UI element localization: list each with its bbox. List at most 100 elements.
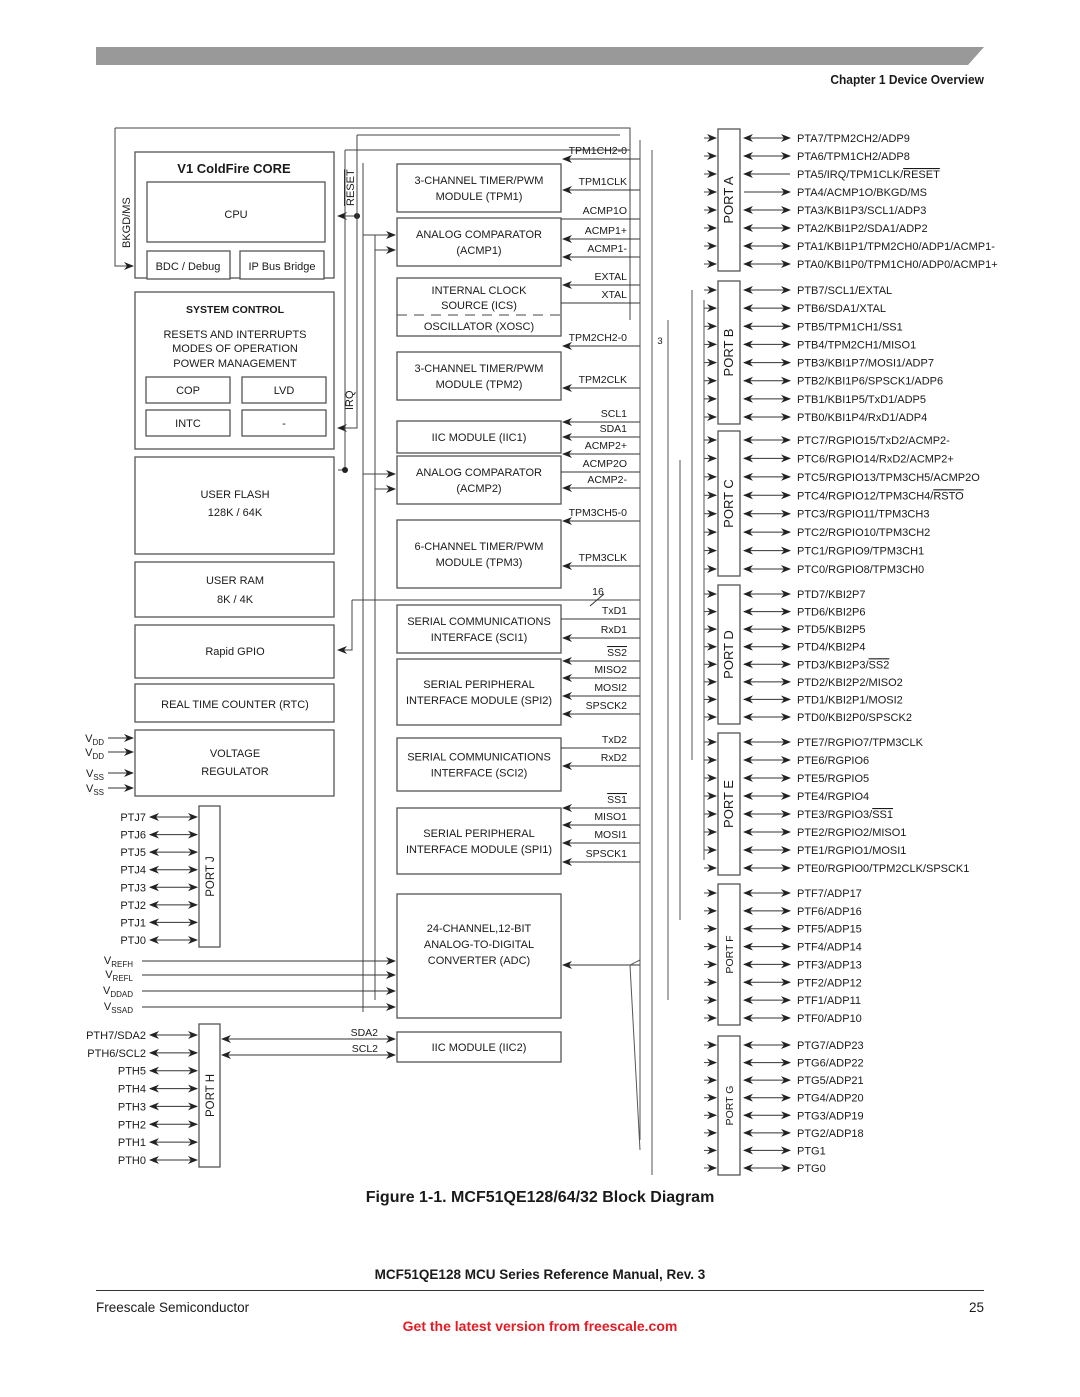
pin-label: PTB2/KBI1P6/SPSCK1/ADP6	[797, 376, 943, 388]
pin-label: PTB5/TPM1CH1/SS1	[797, 321, 903, 333]
pin-label: PTH0	[118, 1155, 146, 1167]
pin-label: PTH7/SDA2	[86, 1030, 146, 1042]
signal-label: MOSI1	[594, 829, 627, 841]
rgpio-label: Rapid GPIO	[205, 646, 265, 658]
pin-label: PTG4/ADP20	[797, 1093, 864, 1105]
signal-label: TPM2CLK	[579, 374, 627, 386]
signal-label: ACMP2-	[587, 474, 627, 486]
system-control-block: SYSTEM CONTROL RESETS AND INTERRUPTS MOD…	[134, 291, 335, 450]
bus-width-3: 3	[657, 336, 662, 347]
pin-label: PTJ6	[120, 830, 146, 842]
signal-label: SCL1	[601, 408, 627, 420]
pin-label: PTA6/TPM1CH2/ADP8	[797, 151, 910, 163]
adc-label: 24-CHANNEL,12-BIT	[427, 923, 532, 935]
adc-ref-label: VSSAD	[104, 1001, 133, 1015]
pin-label: PTC7/RGPIO15/TxD2/ACMP2-	[797, 435, 950, 447]
pin-label: PTJ7	[120, 812, 146, 824]
pin-label: PTH5	[118, 1066, 146, 1078]
pin-label: PTG3/ADP19	[797, 1110, 864, 1122]
adc-label: CONVERTER (ADC)	[428, 955, 530, 967]
signal-label: SS2	[607, 647, 627, 659]
adc-label: ANALOG-TO-DIGITAL	[424, 939, 534, 951]
spi2-label: INTERFACE MODULE (SPI2)	[406, 695, 552, 707]
pin-label: PTC6/RGPIO14/RxD2/ACMP2+	[797, 453, 954, 465]
signal-label: SPSCK1	[586, 848, 628, 860]
pin-label: PTC4/RGPIO12/TPM3CH4/RSTO	[797, 490, 964, 502]
system-control-title: SYSTEM CONTROL	[186, 304, 285, 316]
pin-label: PTA3/KBI1P3/SCL1/ADP3	[797, 205, 926, 217]
pin-label: PTF5/ADP15	[797, 924, 862, 936]
pin-label: PTJ4	[120, 865, 146, 877]
sci2-label: SERIAL COMMUNICATIONS	[407, 752, 551, 764]
ram-title: USER RAM	[206, 575, 264, 587]
pin-label: PTJ0	[120, 935, 146, 947]
intc-label: INTC	[175, 418, 201, 430]
pin-label: PTF6/ADP16	[797, 906, 862, 918]
pin-label: PTC5/RGPIO13/TPM3CH5/ACMP2O	[797, 472, 980, 484]
pin-label: PTA5/IRQ/TPM1CLK/RESET	[797, 169, 940, 181]
pin-label: PTG6/ADP22	[797, 1058, 864, 1070]
spi2-label: SERIAL PERIPHERAL	[423, 679, 534, 691]
pin-label: PTD3/KBI2P3/SS2	[797, 659, 889, 671]
pin-label: PTE0/RGPIO0/TPM2CLK/SPSCK1	[797, 863, 969, 875]
pin-label: PTE4/RGPIO4	[797, 791, 869, 803]
scl2-label: SCL2	[352, 1043, 378, 1055]
lvd-label: LVD	[274, 385, 295, 397]
pin-label: PTH4	[118, 1084, 146, 1096]
acmp1-module-block	[396, 217, 562, 267]
pin-label: PTD4/KBI2P4	[797, 642, 865, 654]
signal-label: SDA1	[600, 423, 628, 435]
signal-label: ACMP1-	[587, 243, 627, 255]
sci2-label: INTERFACE (SCI2)	[431, 768, 528, 780]
signal-label: SPSCK2	[586, 700, 628, 712]
pin-label: PTE5/RGPIO5	[797, 773, 869, 785]
signal-label: TxD1	[602, 605, 627, 617]
acmp1-label: ANALOG COMPARATOR	[416, 229, 542, 241]
spi2-module-block	[396, 658, 562, 726]
pin-label: PTA2/KBI1P2/SDA1/ADP2	[797, 223, 928, 235]
signal-label: RxD1	[601, 624, 627, 636]
pin-label: PTE6/RGPIO6	[797, 755, 869, 767]
acmp2-label: (ACMP2)	[456, 483, 501, 495]
tpm2-module-block	[396, 351, 562, 401]
manual-title: MCF51QE128 MCU Series Reference Manual, …	[374, 1267, 706, 1282]
pin-label: PTE7/RGPIO7/TPM3CLK	[797, 737, 924, 749]
signal-label: TxD2	[602, 734, 627, 746]
core-title: V1 ColdFire CORE	[177, 161, 291, 176]
signal-label: TPM1CH2-0	[569, 145, 628, 157]
tpm3-label: MODULE (TPM3)	[436, 557, 523, 569]
signal-label: EXTAL	[595, 271, 628, 283]
port-label: PORT J	[205, 856, 217, 896]
pin-label: PTF0/ADP10	[797, 1013, 862, 1025]
bdc-label: BDC / Debug	[156, 261, 221, 273]
pin-label: PTH2	[118, 1119, 146, 1131]
signal-label: TPM3CH5-0	[569, 507, 628, 519]
irq-signal-label: IRQ	[344, 390, 356, 410]
regulator-pin-label: VDD	[85, 747, 104, 761]
pin-label: PTG0	[797, 1163, 826, 1175]
ram-size: 8K / 4K	[217, 594, 254, 606]
bus-width-16: 16	[592, 586, 604, 598]
sci1-label: SERIAL COMMUNICATIONS	[407, 616, 551, 628]
signal-label: ACMP1O	[583, 205, 627, 217]
footer-rule	[96, 1290, 984, 1291]
pin-label: PTH6/SCL2	[87, 1048, 146, 1060]
regulator-pin-label: VSS	[86, 768, 104, 782]
pin-label: PTA4/ACMP1O/BKGD/MS	[797, 187, 927, 199]
pin-label: PTD5/KBI2P5	[797, 624, 865, 636]
sci1-label: INTERFACE (SCI1)	[431, 632, 528, 644]
pin-label: PTF4/ADP14	[797, 942, 862, 954]
flash-title: USER FLASH	[200, 489, 269, 501]
flash-size: 128K / 64K	[208, 507, 263, 519]
latest-version-link[interactable]: Get the latest version from freescale.co…	[0, 1318, 1080, 1334]
page-number: 25	[968, 1300, 984, 1315]
system-control-line-2: MODES OF OPERATION	[172, 343, 298, 355]
signal-label: RxD2	[601, 752, 627, 764]
voltage-regulator-block	[134, 729, 335, 797]
pin-label: PTD6/KBI2P6	[797, 607, 865, 619]
blank-label: -	[282, 418, 286, 430]
pin-label: PTB6/SDA1/XTAL	[797, 303, 886, 315]
pin-label: PTB1/KBI1P5/TxD1/ADP5	[797, 394, 926, 406]
regulator-pin-label: VSS	[86, 783, 104, 797]
port-label: PORT G	[724, 1086, 736, 1126]
